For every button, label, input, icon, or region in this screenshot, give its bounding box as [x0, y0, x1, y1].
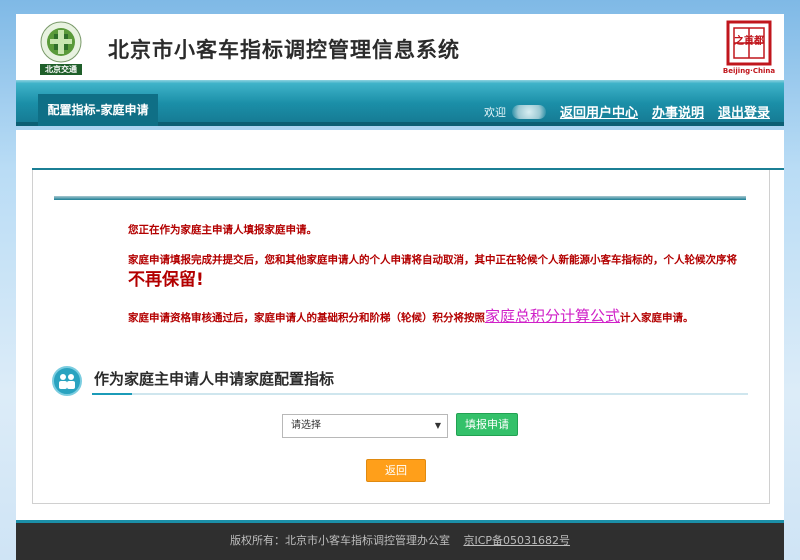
notice-line-3-tail: 计入家庭申请。 — [620, 312, 694, 324]
username-redacted — [511, 104, 546, 119]
family-group-icon — [52, 366, 82, 396]
site-title: 北京市小客车指标调控管理信息系统 — [108, 38, 460, 62]
seal-text: 之首都 — [734, 36, 764, 47]
inner-divider — [54, 196, 746, 200]
main-navbar: 配置指标-家庭申请 欢迎 返回用户中心 办事说明 退出登录 — [16, 80, 784, 126]
seal-subtitle: Beijing·China — [722, 67, 776, 75]
notice-line-2: 家庭申请填报完成并提交后，您和其他家庭申请人的个人申请将自动取消，其中正在轮候个… — [128, 250, 748, 292]
content-panel: 您正在作为家庭主申请人填报家庭申请。 家庭申请填报完成并提交后，您和其他家庭申请… — [16, 130, 784, 520]
section-underline-accent — [92, 393, 132, 395]
back-button[interactable]: 返回 — [366, 459, 426, 482]
site-header: 北京交通 北京市小客车指标调控管理信息系统 之首都 Beijing·China — [16, 14, 784, 80]
user-menu: 欢迎 返回用户中心 办事说明 退出登录 — [484, 102, 770, 121]
fill-application-button[interactable]: 填报申请 — [456, 413, 518, 436]
capital-seal-logo: 之首都 Beijing·China — [723, 20, 775, 78]
copyright-text: 版权所有：北京市小客车指标调控管理办公室 — [229, 534, 450, 547]
notice-line-1: 您正在作为家庭主申请人填报家庭申请。 — [128, 224, 317, 236]
section-underline — [92, 393, 748, 395]
family-score-formula-link[interactable]: 家庭总积分计算公式 — [485, 307, 620, 325]
notice-emphasis: 不再保留! — [128, 270, 204, 290]
chevron-down-icon: ▼ — [434, 421, 441, 430]
notice-line-3: 家庭申请资格审核通过后，家庭申请人的基础积分和阶梯（轮候）积分将按照家庭总积分计… — [128, 306, 748, 328]
welcome-label: 欢迎 — [483, 105, 506, 119]
quota-type-select[interactable]: 请选择 ▼ — [282, 414, 448, 438]
page-footer: 版权所有：北京市小客车指标调控管理办公室 京ICP备05031682号 — [16, 520, 784, 560]
tab-family-application[interactable]: 配置指标-家庭申请 — [38, 94, 158, 126]
notice-line-3-text: 家庭申请资格审核通过后，家庭申请人的基础积分和阶梯（轮候）积分将按照 — [128, 312, 485, 324]
help-instructions-link[interactable]: 办事说明 — [652, 102, 704, 121]
logo-text: 北京交通 — [45, 65, 77, 74]
icp-license-link[interactable]: 京ICP备05031682号 — [463, 534, 570, 547]
select-value: 请选择 — [291, 420, 321, 431]
beijing-transport-logo: 北京交通 — [36, 20, 86, 76]
section-title: 作为家庭主申请人申请家庭配置指标 — [94, 370, 335, 388]
notice-line-2-text: 家庭申请填报完成并提交后，您和其他家庭申请人的个人申请将自动取消，其中正在轮候个… — [128, 254, 737, 266]
logout-link[interactable]: 退出登录 — [718, 102, 770, 121]
return-user-center-link[interactable]: 返回用户中心 — [560, 102, 638, 121]
